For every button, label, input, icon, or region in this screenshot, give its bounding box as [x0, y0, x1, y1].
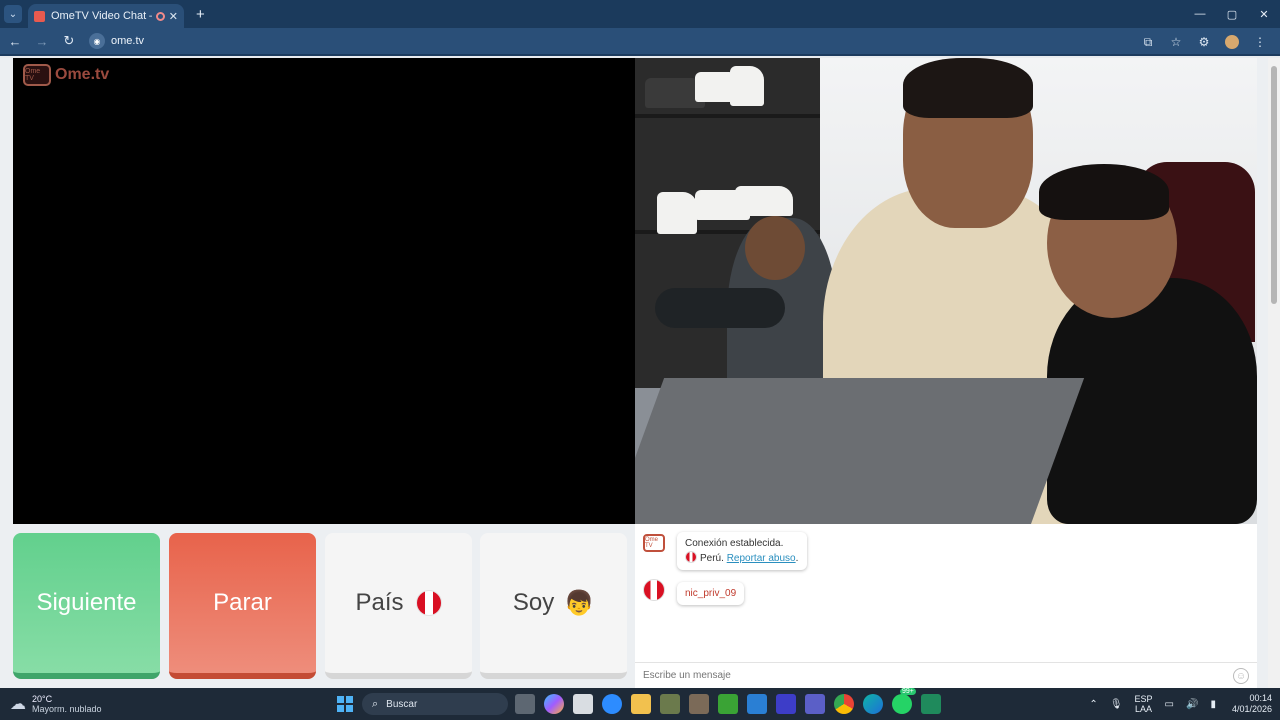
ometv-page: Ome TV Ome.tv Siguiente Parar País Soy 👦… — [0, 58, 1280, 688]
chat-system-avatar-icon: Ome TV — [643, 534, 665, 552]
browser-toolbar: ← → ↻ ◉ ome.tv ⧉ ☆ ⚙ ⋮ — [0, 28, 1280, 56]
chat-message-input[interactable] — [643, 670, 1203, 681]
url-text: ome.tv — [111, 35, 145, 47]
boy-face-icon: 👦 — [564, 589, 595, 617]
extensions-icon[interactable]: ⚙ — [1190, 30, 1218, 54]
tab-close-button[interactable]: ✕ — [169, 10, 178, 23]
remote-video-panel — [635, 58, 1257, 524]
stop-button-label: Parar — [213, 589, 272, 616]
copilot-icon[interactable] — [544, 694, 564, 714]
partner-flag-icon — [643, 579, 665, 601]
country-filter-button[interactable]: País — [325, 533, 472, 679]
minimize-button[interactable]: — — [1184, 0, 1216, 28]
page-scrollbar[interactable] — [1268, 58, 1280, 688]
back-arrow-icon[interactable]: ← — [3, 29, 27, 53]
tab-title: OmeTV Video Chat — Ome — [51, 10, 152, 22]
taskbar-clock[interactable]: 00:14 4/01/2026 — [1232, 693, 1272, 715]
edge-icon[interactable] — [863, 694, 883, 714]
next-button[interactable]: Siguiente — [13, 533, 160, 679]
local-video-panel: Ome TV Ome.tv — [13, 58, 635, 524]
minecraft-icon[interactable] — [660, 694, 680, 714]
teams-icon[interactable] — [805, 694, 825, 714]
report-abuse-link[interactable]: Reportar abuso — [727, 553, 796, 564]
file-explorer-icon[interactable] — [631, 694, 651, 714]
whatsapp-icon[interactable]: 99+ — [892, 688, 916, 714]
clock-date: 4/01/2026 — [1231, 704, 1272, 714]
ometv-logo[interactable]: Ome TV Ome.tv — [23, 64, 109, 86]
weather-temperature: 20°C — [32, 694, 53, 704]
maximize-button[interactable]: ▢ — [1216, 0, 1248, 28]
weather-description: Mayorm. nublado — [32, 704, 102, 714]
minecraft-launcher-icon[interactable] — [718, 694, 738, 714]
system-message: Conexión establecida. Perú. Reportar abu… — [677, 532, 807, 570]
forward-arrow-icon[interactable]: → — [30, 29, 54, 53]
video-person-right — [1047, 278, 1257, 524]
system-tray: ⌃ 🎙 ESP LAA ▭ 🔊 ▮ 00:14 4/01/2026 — [1083, 688, 1272, 720]
ometv-favicon-icon — [34, 10, 45, 22]
site-info-icon[interactable]: ◉ — [89, 33, 105, 49]
stop-button[interactable]: Parar — [169, 533, 316, 679]
chat-panel: Ome TV Conexión establecida. Perú. Repor… — [635, 524, 1257, 688]
windows-start-icon[interactable] — [337, 696, 353, 712]
tv-logo-icon: Ome TV — [23, 64, 51, 86]
gender-select-button[interactable]: Soy 👦 — [480, 533, 627, 679]
toolbar-actions: ⧉ ☆ ⚙ ⋮ — [1134, 30, 1274, 54]
profile-avatar[interactable] — [1225, 35, 1239, 49]
video-desk — [635, 378, 1085, 524]
task-view-icon[interactable] — [515, 694, 535, 714]
weather-widget[interactable]: ☁ 20°C Mayorm. nublado — [10, 694, 102, 714]
country-line: Perú. Reportar abuso. — [685, 551, 799, 566]
obs-recorder-icon[interactable] — [921, 694, 941, 714]
install-app-icon[interactable]: ⧉ — [1134, 30, 1162, 54]
taskbar-search[interactable]: ⌕ Buscar — [362, 693, 508, 715]
browser-tab-ometv[interactable]: OmeTV Video Chat — Ome ✕ — [28, 4, 184, 28]
vscode-icon[interactable] — [747, 694, 767, 714]
search-label: Buscar — [386, 698, 418, 710]
country-button-label: País — [355, 589, 404, 616]
zoom-icon[interactable] — [602, 694, 622, 714]
show-hidden-icons[interactable]: ⌃ — [1089, 699, 1097, 710]
ide-icon[interactable] — [776, 694, 796, 714]
chat-input-bar: ☺ — [635, 662, 1257, 688]
address-bar[interactable]: ◉ ome.tv — [89, 30, 144, 52]
language-indicator[interactable]: ESP LAA — [1135, 694, 1153, 714]
windows-taskbar: ☁ 20°C Mayorm. nublado ⌕ Buscar 99+ ⌃ 🎙 … — [0, 688, 1280, 720]
bookmark-star-icon[interactable]: ☆ — [1162, 30, 1190, 54]
chrome-icon[interactable] — [834, 694, 854, 714]
peru-flag-icon — [685, 551, 697, 563]
browser-titlebar: ⌄ OmeTV Video Chat — Ome ✕ + — ▢ ✕ — [0, 0, 1280, 28]
battery-icon[interactable]: ▮ — [1210, 699, 1216, 710]
peru-flag-icon — [415, 590, 442, 616]
new-tab-button[interactable]: + — [196, 6, 205, 23]
logo-text: Ome.tv — [55, 66, 110, 83]
cloud-sun-icon: ☁ — [10, 696, 26, 713]
menu-dots-icon[interactable]: ⋮ — [1246, 30, 1274, 54]
microphone-icon[interactable]: 🎙 — [1110, 699, 1123, 710]
window-controls: — ▢ ✕ — [1184, 0, 1280, 28]
recording-indicator-icon — [155, 11, 165, 21]
emoji-smile-icon[interactable]: ☺ — [1233, 668, 1249, 684]
taskbar-apps: 99+ — [515, 688, 950, 714]
store-icon[interactable] — [573, 694, 593, 714]
search-icon: ⌕ — [372, 697, 379, 710]
notification-badge: 99+ — [900, 688, 916, 695]
reload-icon[interactable]: ↻ — [57, 29, 81, 53]
network-icon[interactable]: ▭ — [1165, 699, 1174, 710]
clock-time: 00:14 — [1249, 693, 1272, 703]
next-button-label: Siguiente — [36, 589, 137, 616]
partner-username[interactable]: nic_priv_09 — [677, 582, 745, 605]
scrollbar-thumb[interactable] — [1271, 66, 1277, 304]
tab-search-button[interactable]: ⌄ — [4, 5, 22, 23]
volume-icon[interactable]: 🔊 — [1186, 699, 1198, 710]
connection-status-text: Conexión establecida. — [685, 538, 784, 549]
gender-button-label: Soy — [512, 589, 555, 616]
game-icon[interactable] — [689, 694, 709, 714]
video-microphone — [655, 288, 785, 328]
partner-country: Perú. — [700, 553, 724, 564]
close-window-button[interactable]: ✕ — [1248, 0, 1280, 28]
